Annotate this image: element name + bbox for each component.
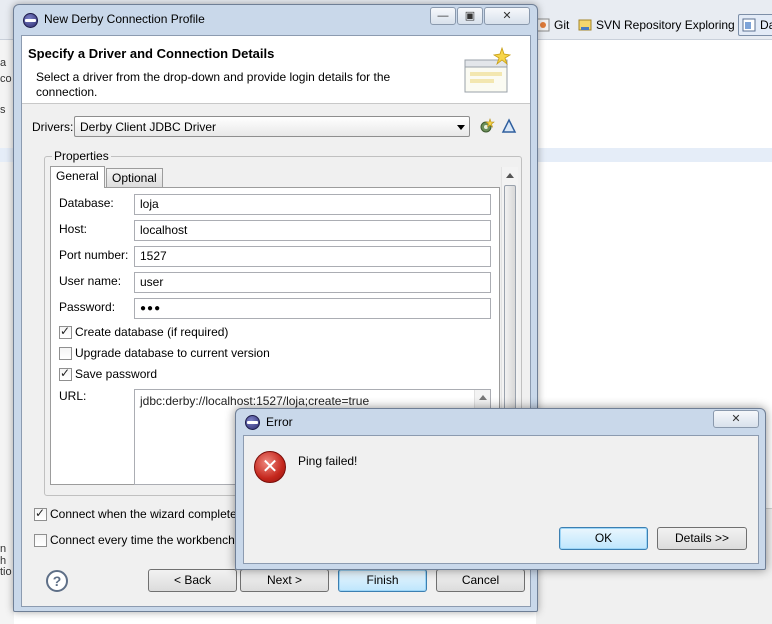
upgrade-database-checkbox[interactable] — [59, 347, 72, 360]
upgrade-database-label: Upgrade database to current version — [75, 346, 270, 360]
bg-fragment: co — [0, 73, 12, 85]
window-title: New Derby Connection Profile — [44, 12, 205, 26]
database-label: Database: — [59, 196, 114, 210]
error-title: Error — [266, 415, 293, 429]
next-button[interactable]: Next > — [240, 569, 329, 592]
database-field[interactable]: loja — [134, 194, 491, 215]
driver-select[interactable]: Derby Client JDBC Driver — [74, 116, 470, 137]
svn-icon — [578, 18, 592, 32]
perspective-svn[interactable]: SVN Repository Exploring — [578, 14, 735, 36]
perspective-git[interactable]: Git — [536, 14, 569, 36]
create-database-checkbox[interactable] — [59, 324, 72, 339]
finish-button[interactable]: Finish — [338, 569, 427, 592]
back-button[interactable]: < Back — [148, 569, 237, 592]
error-titlebar[interactable]: Error ✕ — [236, 409, 765, 435]
page-description: Select a driver from the drop-down and p… — [36, 70, 391, 99]
scroll-up-icon[interactable] — [479, 395, 487, 400]
save-password-label: Save password — [75, 367, 158, 381]
bg-fragment: tio — [0, 566, 12, 578]
scrollbar-thumb[interactable] — [504, 185, 516, 445]
background-selected-row — [536, 148, 772, 162]
error-dialog: Error ✕ ✕ Ping failed! OK Details >> — [235, 408, 766, 570]
background-editor-strip: a co s n h tio — [0, 40, 14, 624]
tab-general-label: General — [56, 169, 99, 183]
minimize-button[interactable]: — — [430, 7, 456, 25]
host-field[interactable]: localhost — [134, 220, 491, 241]
perspective-database-label: Da — [760, 18, 772, 32]
details-button[interactable]: Details >> — [657, 527, 747, 550]
connect-on-startup-checkbox[interactable] — [34, 534, 47, 547]
scroll-up-icon[interactable] — [506, 173, 514, 178]
drivers-label: Drivers: — [32, 120, 74, 134]
bg-fragment: n h — [0, 543, 7, 567]
cancel-button[interactable]: Cancel — [436, 569, 525, 592]
error-content: ✕ Ping failed! OK Details >> — [243, 435, 759, 564]
edit-driver-definition-icon[interactable] — [500, 116, 518, 136]
background-selected-row — [0, 148, 14, 162]
create-database-label: Create database (if required) — [75, 325, 229, 339]
new-driver-definition-icon[interactable] — [478, 116, 496, 136]
perspective-git-label: Git — [554, 18, 570, 32]
perspective-svn-label: SVN Repository Exploring — [596, 18, 735, 32]
database-perspective-icon — [742, 18, 756, 32]
password-field[interactable]: ●●● — [134, 298, 491, 319]
user-name-label: User name: — [59, 274, 122, 288]
bg-fragment: a — [0, 57, 7, 69]
save-password-checkbox[interactable] — [59, 366, 72, 381]
page-title: Specify a Driver and Connection Details — [28, 46, 275, 61]
tab-general[interactable]: General — [50, 166, 105, 188]
url-value: jdbc:derby://localhost:1527/loja;create=… — [140, 394, 370, 408]
chevron-down-icon — [457, 125, 465, 130]
password-label: Password: — [59, 300, 116, 314]
properties-label: Properties — [52, 149, 111, 163]
driver-select-value: Derby Client JDBC Driver — [80, 120, 217, 134]
wizard-titlebar[interactable]: New Derby Connection Profile — ▣ ✕ — [14, 5, 537, 33]
tab-optional[interactable]: Optional — [106, 168, 163, 188]
wizard-header: Specify a Driver and Connection Details … — [22, 36, 530, 104]
error-close-button[interactable]: ✕ — [713, 410, 759, 428]
port-label: Port number: — [59, 248, 129, 262]
bg-fragment: s — [0, 104, 6, 116]
eclipse-icon — [23, 13, 38, 28]
maximize-button[interactable]: ▣ — [457, 7, 483, 25]
ok-button[interactable]: OK — [559, 527, 648, 550]
error-icon: ✕ — [254, 451, 286, 483]
perspective-database[interactable]: Da — [738, 14, 772, 36]
connect-on-finish-checkbox[interactable] — [34, 506, 47, 521]
connect-on-startup-label: Connect every time the workbench i — [50, 533, 241, 547]
connect-on-finish-label: Connect when the wizard completes — [50, 507, 243, 521]
url-label: URL: — [59, 389, 87, 403]
tab-optional-label: Optional — [112, 171, 157, 185]
git-icon — [536, 18, 550, 32]
close-button[interactable]: ✕ — [484, 7, 530, 25]
user-name-field[interactable]: user — [134, 272, 491, 293]
port-field[interactable]: 1527 — [134, 246, 491, 267]
host-label: Host: — [59, 222, 88, 236]
error-message: Ping failed! — [298, 454, 358, 468]
eclipse-icon — [245, 415, 260, 430]
help-icon[interactable]: ? — [46, 570, 68, 592]
wizard-banner-icon — [462, 46, 514, 96]
